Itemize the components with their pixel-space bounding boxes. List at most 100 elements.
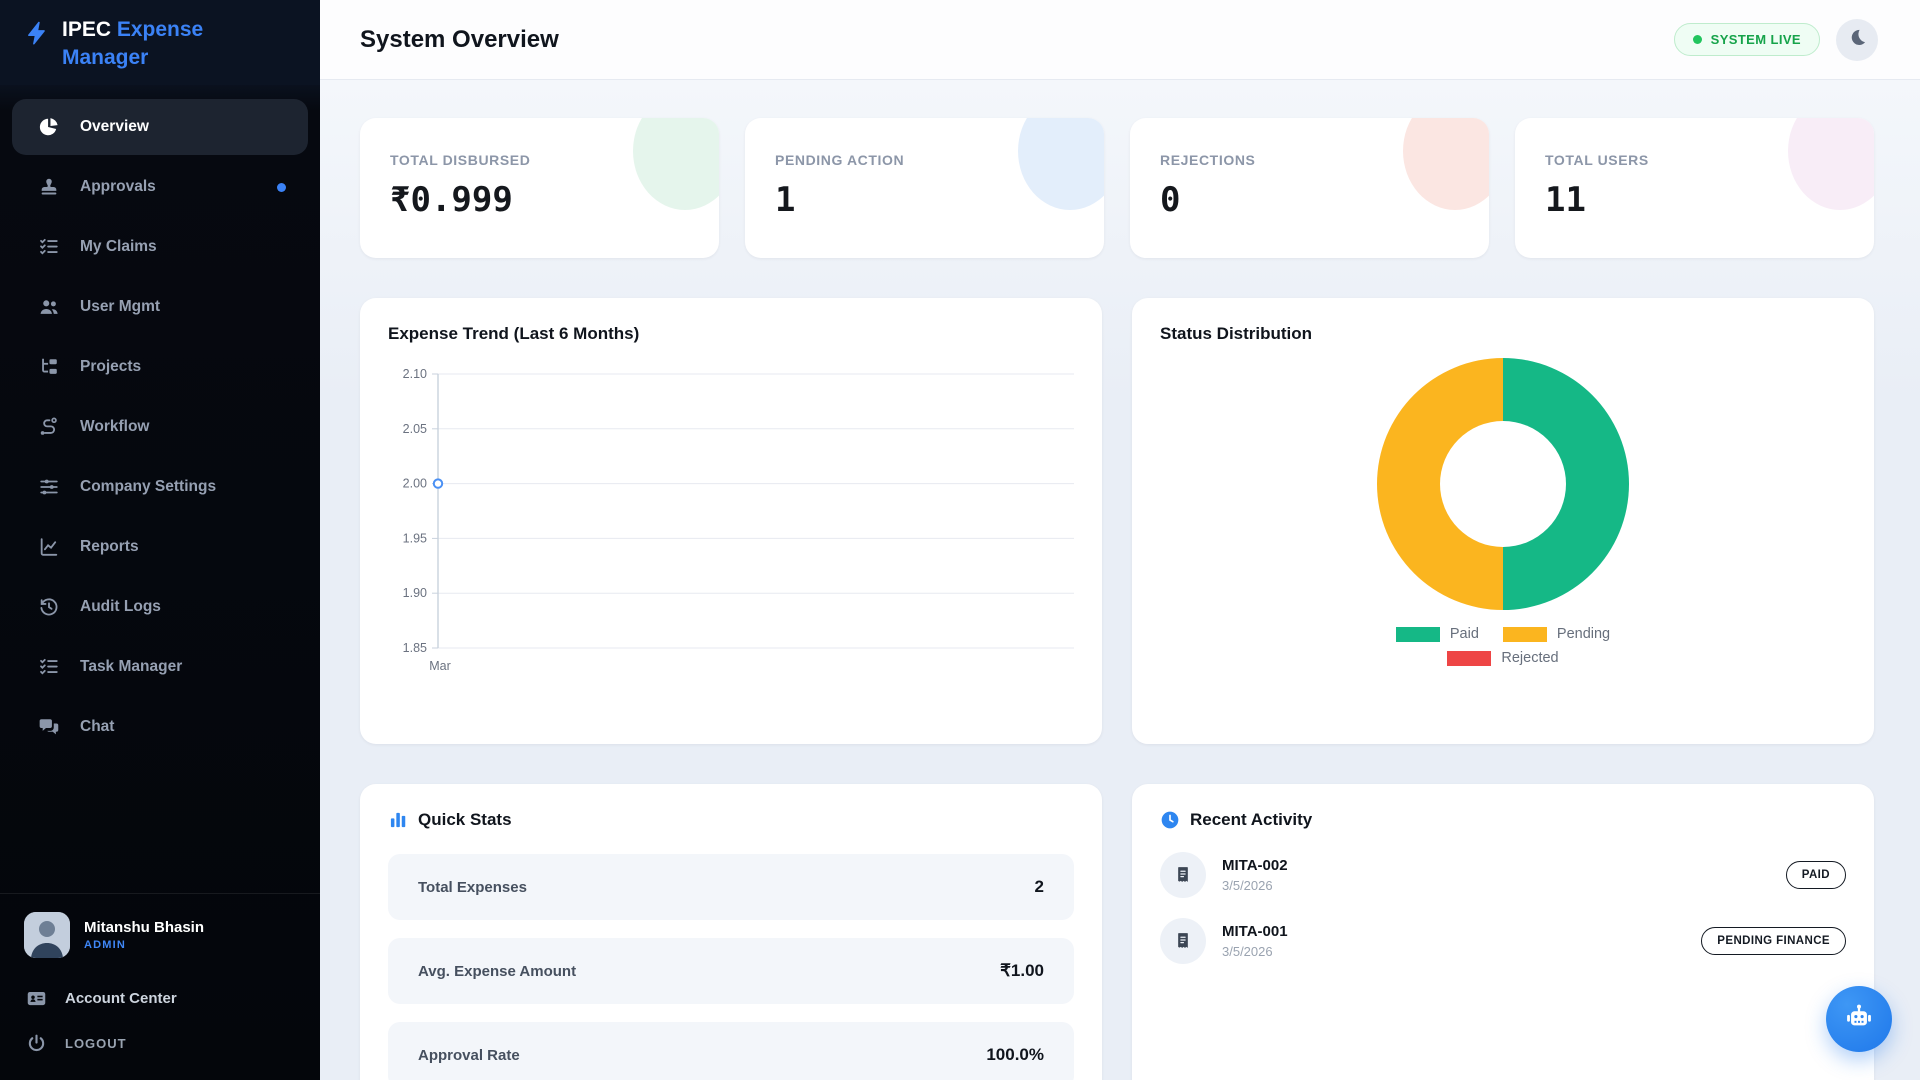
legend-label: Rejected [1501, 650, 1558, 666]
quick-stats-rows: Total Expenses 2 Avg. Expense Amount ₹1.00 A… [388, 854, 1074, 1080]
avatar [24, 912, 70, 958]
sidebar-item-label: User Mgmt [80, 298, 160, 316]
donut-hole [1440, 421, 1566, 547]
sidebar-item-label: Company Settings [80, 478, 216, 496]
page-title: System Overview [360, 26, 559, 54]
quick-stat-label: Approval Rate [418, 1047, 520, 1064]
donut-legend: Paid Pending Rejected [1348, 626, 1658, 666]
svg-text:Mar: Mar [429, 659, 451, 673]
brand-text: IPEC Expense Manager [62, 16, 242, 71]
user-name: Mitanshu Bhasin [84, 919, 204, 936]
pie-chart-icon [38, 116, 60, 138]
brand: IPEC Expense Manager [0, 0, 320, 85]
sidebar-item-label: Reports [80, 538, 139, 556]
quick-stat-row-approval-rate: Approval Rate 100.0% [388, 1022, 1074, 1080]
quick-stat-value: ₹1.00 [1000, 961, 1044, 981]
activity-items: MITA-0023/5/2026PAIDMITA-0013/5/2026PEND… [1160, 852, 1846, 964]
stamp-icon [38, 176, 60, 198]
recent-activity-card: Recent Activity MITA-0023/5/2026PAIDMITA… [1132, 784, 1874, 1080]
svg-text:2.05: 2.05 [403, 422, 427, 436]
sidebar-item-user-mgmt[interactable]: User Mgmt [12, 279, 308, 335]
quick-stat-value: 100.0% [986, 1045, 1044, 1065]
svg-text:2.10: 2.10 [403, 367, 427, 381]
sidebar-item-label: Approvals [80, 178, 156, 196]
legend-item-paid[interactable]: Paid [1396, 626, 1479, 642]
chart-line-icon [38, 536, 60, 558]
expense-trend-title: Expense Trend (Last 6 Months) [388, 324, 1074, 344]
brand-prefix: IPEC [62, 18, 111, 41]
quick-stats-title: Quick Stats [418, 810, 512, 830]
notification-dot [277, 183, 286, 192]
logout-link[interactable]: LOGOUT [24, 1021, 296, 1066]
activity-date: 3/5/2026 [1222, 944, 1701, 959]
chat-icon [38, 716, 60, 738]
sidebar-item-chat[interactable]: Chat [12, 699, 308, 755]
chatbot-fab-button[interactable] [1826, 986, 1892, 1052]
legend-swatch [1503, 627, 1547, 642]
activity-id: MITA-001 [1222, 923, 1288, 940]
activity-item-mita-002[interactable]: MITA-0023/5/2026PAID [1160, 852, 1846, 898]
quick-stat-label: Total Expenses [418, 879, 527, 896]
main-area: System Overview SYSTEM LIVE TOTAL DISBUR… [320, 0, 1920, 1080]
route-icon [38, 416, 60, 438]
activity-status-badge: PAID [1786, 861, 1846, 889]
stat-card-total-disbursed: TOTAL DISBURSED₹0.999 [360, 118, 719, 258]
bolt-icon [24, 20, 50, 46]
activity-item-mita-001[interactable]: MITA-0013/5/2026PENDING FINANCE [1160, 918, 1846, 964]
quick-stat-row-total-expenses: Total Expenses 2 [388, 854, 1074, 920]
bottom-row: Quick Stats Total Expenses 2 Avg. Expense … [360, 784, 1874, 1080]
activity-id: MITA-002 [1222, 857, 1288, 874]
theme-toggle-button[interactable] [1836, 19, 1878, 61]
power-icon [26, 1033, 47, 1054]
svg-text:1.85: 1.85 [403, 641, 427, 655]
expense-trend-chart: 2.102.052.001.951.901.85Mar [388, 358, 1074, 699]
expense-trend-card: Expense Trend (Last 6 Months) 2.10 2.05 2.… [360, 298, 1102, 744]
robot-icon [1842, 1001, 1876, 1038]
sidebar-item-label: Overview [80, 118, 149, 136]
sidebar-item-company-settings[interactable]: Company Settings [12, 459, 308, 515]
sidebar-item-overview[interactable]: Overview [12, 99, 308, 155]
svg-text:2.00: 2.00 [403, 477, 427, 491]
status-distribution-title: Status Distribution [1160, 324, 1846, 344]
sidebar-item-my-claims[interactable]: My Claims [12, 219, 308, 275]
receipt-icon [1160, 852, 1206, 898]
legend-swatch [1396, 627, 1440, 642]
sidebar-item-projects[interactable]: Projects [12, 339, 308, 395]
sidebar: IPEC Expense Manager Overview Approvals My… [0, 0, 320, 1080]
legend-label: Paid [1450, 626, 1479, 642]
status-donut-chart [1377, 358, 1629, 610]
sidebar-item-label: Workflow [80, 418, 149, 436]
quick-stat-label: Avg. Expense Amount [418, 963, 576, 980]
sidebar-item-reports[interactable]: Reports [12, 519, 308, 575]
legend-label: Pending [1557, 626, 1610, 642]
legend-item-rejected[interactable]: Rejected [1447, 650, 1558, 666]
sidebar-item-approvals[interactable]: Approvals [12, 159, 308, 215]
checklist-icon [38, 236, 60, 258]
system-live-badge: SYSTEM LIVE [1674, 23, 1820, 56]
charts-row: Expense Trend (Last 6 Months) 2.10 2.05 2.… [360, 298, 1874, 744]
recent-activity-title: Recent Activity [1190, 810, 1312, 830]
tasks-icon [38, 656, 60, 678]
sidebar-item-label: Task Manager [80, 658, 182, 676]
sidebar-item-task-manager[interactable]: Task Manager [12, 639, 308, 695]
legend-item-pending[interactable]: Pending [1503, 626, 1610, 642]
clock-icon [1160, 810, 1180, 830]
recent-activity-head: Recent Activity [1160, 810, 1846, 830]
history-icon [38, 596, 60, 618]
stat-card-pending-action: PENDING ACTION1 [745, 118, 1104, 258]
moon-icon [1846, 27, 1868, 52]
svg-text:1.95: 1.95 [403, 531, 427, 545]
status-donut-wrap: Paid Pending Rejected [1160, 344, 1846, 666]
sidebar-item-audit-logs[interactable]: Audit Logs [12, 579, 308, 635]
user-panel: Mitanshu Bhasin ADMIN Account Center LOG… [0, 893, 320, 1080]
receipt-icon [1160, 918, 1206, 964]
sidebar-item-workflow[interactable]: Workflow [12, 399, 308, 455]
sidebar-item-label: Chat [80, 718, 114, 736]
account-center-label: Account Center [65, 990, 177, 1007]
topbar-right: SYSTEM LIVE [1674, 19, 1878, 61]
user-row[interactable]: Mitanshu Bhasin ADMIN [24, 912, 296, 958]
quick-stat-value: 2 [1035, 877, 1044, 897]
sliders-icon [38, 476, 60, 498]
account-center-link[interactable]: Account Center [24, 976, 296, 1021]
live-dot-icon [1693, 35, 1702, 44]
